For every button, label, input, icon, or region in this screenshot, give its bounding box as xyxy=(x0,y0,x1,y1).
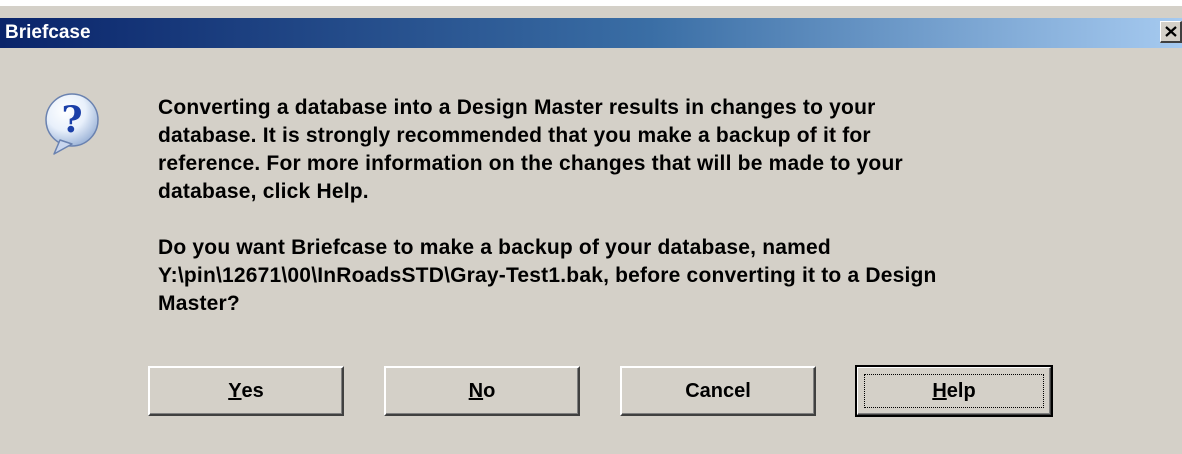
help-button[interactable]: Help xyxy=(855,365,1053,417)
focus-rectangle xyxy=(864,374,1044,408)
window-title: Briefcase xyxy=(5,22,91,43)
no-label: o xyxy=(483,379,496,402)
question-icon: ? xyxy=(45,93,99,155)
cancel-button[interactable]: Cancel xyxy=(620,366,816,416)
message-paragraph-2: Do you want Briefcase to make a backup o… xyxy=(158,236,937,315)
no-button[interactable]: No xyxy=(384,366,580,416)
cancel-label: Cancel xyxy=(685,379,751,402)
dialog-message: Converting a database into a Design Mast… xyxy=(158,94,1168,318)
svg-text:?: ? xyxy=(61,99,82,141)
yes-button[interactable]: Yes xyxy=(148,366,344,416)
yes-mnemonic: Y xyxy=(228,379,242,402)
close-button[interactable] xyxy=(1160,21,1182,43)
briefcase-dialog: Briefcase ? Converting a database into a… xyxy=(0,6,1182,454)
yes-label: es xyxy=(241,379,264,402)
title-bar[interactable]: Briefcase xyxy=(0,18,1182,48)
close-icon xyxy=(1164,26,1177,37)
no-mnemonic: N xyxy=(468,379,484,402)
message-paragraph-1: Converting a database into a Design Mast… xyxy=(158,96,903,203)
